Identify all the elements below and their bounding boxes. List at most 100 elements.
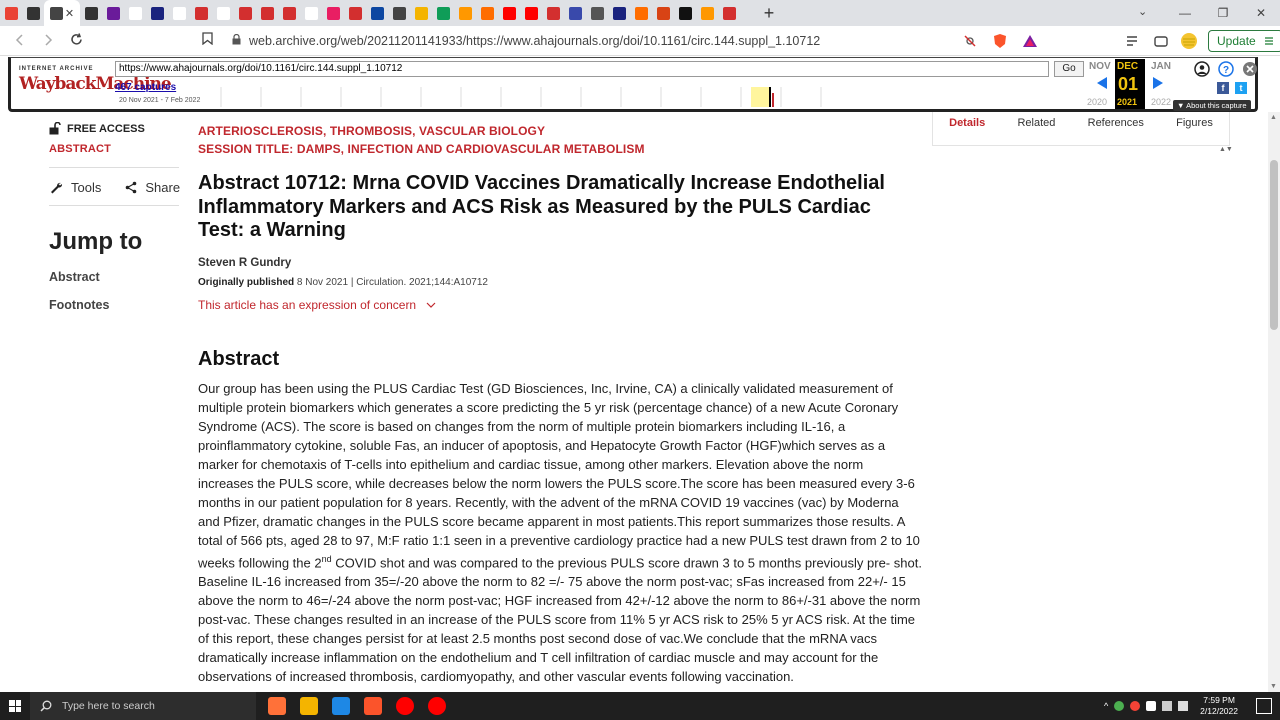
browser-tab[interactable] bbox=[652, 0, 674, 26]
tab-figures[interactable]: Figures bbox=[1176, 117, 1213, 129]
brave-shield-icon[interactable] bbox=[992, 33, 1008, 49]
browser-tab[interactable] bbox=[498, 0, 520, 26]
browser-tab[interactable] bbox=[102, 0, 124, 26]
browser-tab[interactable] bbox=[674, 0, 696, 26]
browser-tab[interactable] bbox=[22, 0, 44, 26]
browser-tab[interactable] bbox=[322, 0, 344, 26]
scrollbar-thumb[interactable] bbox=[1270, 160, 1278, 330]
taskbar-search[interactable]: Type here to search bbox=[30, 692, 256, 720]
network-icon[interactable] bbox=[1162, 701, 1173, 711]
browser-tab[interactable] bbox=[718, 0, 740, 26]
wayback-captures-link[interactable]: 467 captures bbox=[115, 82, 176, 93]
browser-tab[interactable]: ✕ bbox=[44, 0, 80, 26]
panel-scroll-icon[interactable]: ▲▼ bbox=[1219, 146, 1233, 153]
notification-icon[interactable] bbox=[1256, 698, 1272, 714]
tray-app-icon[interactable] bbox=[1114, 701, 1125, 711]
browser-tab[interactable] bbox=[146, 0, 168, 26]
browser-tab[interactable] bbox=[454, 0, 476, 26]
camera-blocked-icon[interactable] bbox=[962, 33, 978, 49]
onedrive-icon[interactable] bbox=[1146, 701, 1157, 711]
browser-tab[interactable] bbox=[388, 0, 410, 26]
tab-related[interactable]: Related bbox=[1017, 117, 1055, 129]
browser-tab[interactable] bbox=[256, 0, 278, 26]
browser-tab[interactable] bbox=[80, 0, 102, 26]
tab-references[interactable]: References bbox=[1088, 117, 1144, 129]
wallet-icon[interactable] bbox=[1152, 32, 1170, 50]
tab-close-icon[interactable]: ✕ bbox=[65, 7, 74, 20]
browser-tab[interactable] bbox=[168, 0, 190, 26]
help-icon[interactable]: ? bbox=[1218, 61, 1234, 77]
tab-favicon-icon bbox=[634, 6, 648, 20]
tab-details[interactable]: Details bbox=[949, 117, 985, 129]
scroll-up-icon[interactable]: ▲ bbox=[1270, 114, 1277, 121]
twitter-icon[interactable]: t bbox=[1235, 82, 1247, 94]
wayback-sparkline[interactable] bbox=[211, 85, 1081, 107]
taskbar-app-icon[interactable] bbox=[268, 697, 286, 715]
browser-tab[interactable] bbox=[608, 0, 630, 26]
account-icon[interactable] bbox=[1194, 61, 1210, 77]
taskbar-app-icon[interactable] bbox=[332, 697, 350, 715]
forward-button[interactable] bbox=[34, 33, 62, 49]
browser-tab[interactable] bbox=[586, 0, 608, 26]
browser-tab[interactable] bbox=[476, 0, 498, 26]
update-button[interactable]: Update bbox=[1208, 30, 1280, 52]
share-button[interactable]: Share bbox=[125, 180, 180, 195]
wayback-next-arrow-icon[interactable] bbox=[1153, 77, 1163, 89]
wayback-prev-year[interactable]: 2020 bbox=[1087, 97, 1107, 107]
browser-tab[interactable] bbox=[234, 0, 256, 26]
taskbar-app-icon[interactable] bbox=[300, 697, 318, 715]
maximize-button[interactable]: ❐ bbox=[1204, 0, 1242, 26]
brave-rewards-icon[interactable] bbox=[1022, 33, 1038, 49]
wayback-next-year[interactable]: 2022 bbox=[1151, 97, 1171, 107]
address-bar[interactable]: web.archive.org/web/20211201141933/https… bbox=[232, 29, 958, 53]
browser-tab[interactable] bbox=[630, 0, 652, 26]
browser-tab[interactable] bbox=[432, 0, 454, 26]
browser-tab[interactable] bbox=[366, 0, 388, 26]
browser-tab[interactable] bbox=[0, 0, 22, 26]
scroll-down-icon[interactable]: ▼ bbox=[1270, 683, 1277, 690]
reload-button[interactable] bbox=[62, 32, 90, 49]
tray-app-icon-2[interactable] bbox=[1130, 701, 1141, 711]
browser-tab[interactable] bbox=[564, 0, 586, 26]
tools-button[interactable]: Tools bbox=[49, 180, 101, 195]
browser-tab[interactable] bbox=[212, 0, 234, 26]
browser-tab[interactable] bbox=[542, 0, 564, 26]
playlist-icon[interactable] bbox=[1124, 32, 1142, 50]
wayback-go-button[interactable]: Go bbox=[1054, 61, 1084, 77]
browser-tab[interactable] bbox=[278, 0, 300, 26]
taskbar-app-icon[interactable] bbox=[396, 697, 414, 715]
close-icon[interactable] bbox=[1242, 61, 1258, 77]
browser-tab[interactable] bbox=[344, 0, 366, 26]
taskbar-clock[interactable]: 7:59 PM 2/12/2022 bbox=[1200, 695, 1238, 717]
browser-tab[interactable] bbox=[190, 0, 212, 26]
volume-icon[interactable] bbox=[1178, 701, 1189, 711]
tab-search-icon[interactable]: ⌄ bbox=[1138, 5, 1147, 18]
browser-tab[interactable] bbox=[696, 0, 718, 26]
wayback-prev-month[interactable]: NOV bbox=[1089, 61, 1111, 72]
browser-tab[interactable] bbox=[520, 0, 542, 26]
wayback-prev-arrow-icon[interactable] bbox=[1097, 77, 1107, 89]
about-capture-button[interactable]: ▼ About this capture bbox=[1173, 100, 1251, 111]
start-button[interactable] bbox=[0, 692, 30, 720]
expression-of-concern-toggle[interactable]: This article has an expression of concer… bbox=[198, 298, 922, 312]
facebook-icon[interactable]: f bbox=[1217, 82, 1229, 94]
minimize-button[interactable]: — bbox=[1166, 0, 1204, 26]
tray-chevron-icon[interactable]: ^ bbox=[1104, 701, 1108, 711]
bookmark-icon[interactable] bbox=[202, 32, 213, 48]
article-kicker-category[interactable]: ARTERIOSCLEROSIS, THROMBOSIS, VASCULAR B… bbox=[198, 122, 922, 140]
jump-link-abstract[interactable]: Abstract bbox=[49, 270, 179, 284]
back-button[interactable] bbox=[6, 33, 34, 49]
profile-avatar-icon[interactable] bbox=[1180, 32, 1198, 50]
wayback-next-month[interactable]: JAN bbox=[1151, 61, 1171, 72]
article-author[interactable]: Steven R Gundry bbox=[198, 257, 922, 269]
close-window-button[interactable]: ✕ bbox=[1242, 0, 1280, 26]
jump-link-footnotes[interactable]: Footnotes bbox=[49, 298, 179, 312]
browser-tab[interactable] bbox=[124, 0, 146, 26]
new-tab-button[interactable]: + bbox=[756, 3, 782, 24]
taskbar-app-icon[interactable] bbox=[428, 697, 446, 715]
taskbar-app-icon[interactable] bbox=[364, 697, 382, 715]
browser-tab[interactable] bbox=[410, 0, 432, 26]
page-scrollbar[interactable]: ▲ ▼ bbox=[1268, 112, 1280, 692]
wayback-url-input[interactable]: https://www.ahajournals.org/doi/10.1161/… bbox=[115, 61, 1049, 77]
browser-tab[interactable] bbox=[300, 0, 322, 26]
